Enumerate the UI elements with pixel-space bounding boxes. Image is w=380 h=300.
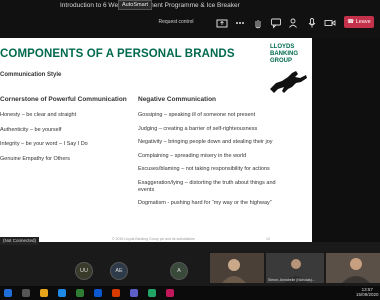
company-logo-text: LLOYDS BANKING GROUP bbox=[270, 44, 310, 65]
autoshare-badge[interactable]: AutoSmart bbox=[118, 0, 152, 10]
list-item: Gossiping – speaking ill of someone not … bbox=[138, 112, 256, 118]
leave-button[interactable]: ☎ Leave bbox=[344, 16, 374, 28]
slide-subtitle: Communication Style bbox=[0, 72, 62, 78]
request-control-button[interactable]: Request control bbox=[150, 17, 202, 27]
microphone-icon[interactable] bbox=[306, 16, 318, 28]
participant-video[interactable] bbox=[210, 253, 264, 283]
logo-line: GROUP bbox=[270, 58, 293, 64]
list-item: Integrity – be your word – I Say I Do bbox=[0, 141, 88, 147]
participant-video[interactable] bbox=[326, 253, 380, 283]
outlook-icon[interactable] bbox=[58, 289, 66, 297]
list-item: Negativity – bringing people down and st… bbox=[138, 139, 273, 145]
shared-slide: COMPONENTS OF A PERSONAL BRANDS LLOYDS B… bbox=[0, 38, 312, 242]
slide-title: COMPONENTS OF A PERSONAL BRANDS bbox=[0, 48, 235, 60]
search-icon[interactable] bbox=[22, 289, 30, 297]
browser-icon[interactable] bbox=[148, 289, 156, 297]
word-icon[interactable] bbox=[94, 289, 102, 297]
participant-avatar[interactable]: AE bbox=[110, 262, 128, 280]
slide-page-number: 10 bbox=[266, 237, 270, 241]
list-item: Authenticity – be yourself bbox=[0, 126, 62, 133]
camera-icon[interactable] bbox=[324, 16, 336, 28]
powerpoint-icon[interactable] bbox=[112, 289, 120, 297]
phone-hangup-icon: ☎ bbox=[347, 19, 355, 25]
windows-taskbar bbox=[0, 286, 380, 300]
list-item: Excuses/blaming – not taking responsibil… bbox=[138, 166, 270, 172]
list-item: Complaining – spreading misery in the wo… bbox=[138, 152, 247, 159]
participant-avatar[interactable]: A bbox=[170, 262, 188, 280]
list-item: Genuine Empathy for Others bbox=[0, 155, 71, 162]
person-video-icon bbox=[210, 253, 264, 283]
clock-date: 15/09/2020 bbox=[356, 292, 379, 297]
participant-video[interactable]: Simon, Annabelle (Nicholas)... bbox=[266, 253, 324, 283]
excel-icon[interactable] bbox=[76, 289, 84, 297]
windows-start-icon[interactable] bbox=[4, 289, 12, 297]
teams-icon[interactable] bbox=[130, 289, 138, 297]
logo-line: BANKING bbox=[270, 51, 298, 57]
chat-icon[interactable] bbox=[270, 16, 282, 29]
list-item: Judging – creating a barrier of self-rig… bbox=[138, 125, 258, 132]
logo-line: LLOYDS bbox=[270, 44, 295, 50]
negative-communication-list: Gossiping – speaking ill of someone not … bbox=[138, 112, 278, 214]
participants-icon[interactable] bbox=[288, 16, 300, 28]
participant-avatar[interactable]: UU bbox=[75, 262, 93, 280]
list-item: Honesty – be clear and straight bbox=[0, 112, 77, 118]
more-options-icon[interactable] bbox=[234, 16, 246, 28]
share-icon[interactable] bbox=[216, 16, 228, 28]
app-icon[interactable] bbox=[166, 289, 174, 297]
system-clock[interactable]: 13:57 15/09/2020 bbox=[356, 287, 379, 297]
file-explorer-icon[interactable] bbox=[40, 289, 48, 297]
hand-raise-icon[interactable] bbox=[252, 16, 264, 29]
list-item: Dogmatism - pushing hard for “my way or … bbox=[138, 200, 272, 206]
participant-name: Simon, Annabelle (Nicholas)... bbox=[268, 278, 315, 282]
left-column-heading: Cornerstone of Powerful Communication bbox=[0, 96, 127, 103]
horse-logo-icon bbox=[270, 71, 307, 93]
right-column-heading: Negative Communication bbox=[138, 96, 217, 103]
positive-communication-list: Honesty – be clear and straight Authenti… bbox=[0, 112, 120, 170]
presenter-status: (Not Connected) bbox=[0, 237, 40, 245]
list-item: Exaggeration/lying – distorting the trut… bbox=[138, 179, 276, 193]
person-video-icon bbox=[326, 253, 380, 283]
leave-label: Leave bbox=[355, 19, 371, 25]
slide-footer: © 2015 Lloyds Banking Group plc and its … bbox=[112, 237, 195, 241]
meeting-toolbar: Introduction to 6 Week Employment Progra… bbox=[0, 0, 380, 38]
